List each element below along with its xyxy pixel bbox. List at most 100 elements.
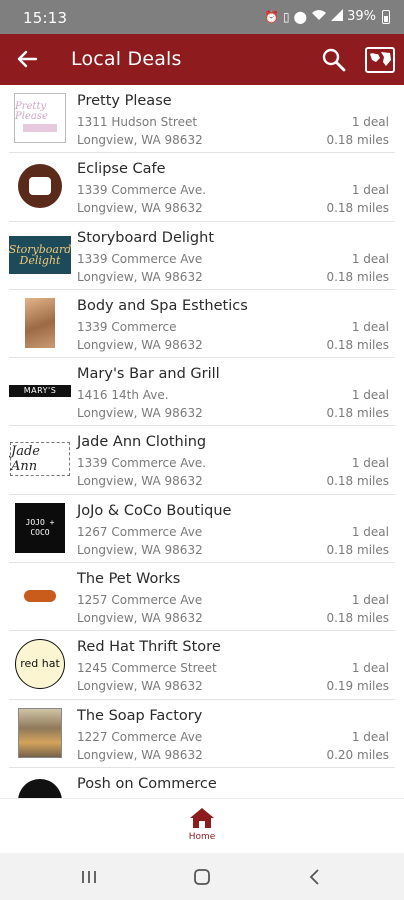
business-list[interactable]: Pretty Please Pretty Please 1311 Hudson … bbox=[0, 85, 404, 798]
alarm-icon: ⏰ bbox=[264, 9, 280, 24]
recent-apps-icon[interactable] bbox=[74, 865, 104, 889]
map-icon[interactable] bbox=[364, 46, 396, 74]
system-back-icon[interactable] bbox=[300, 865, 330, 889]
location-icon: ⬤ bbox=[293, 9, 308, 24]
home-icon bbox=[190, 808, 214, 828]
business-city: Longview, WA 98632 bbox=[77, 133, 203, 147]
battery-percent: 39% bbox=[347, 9, 376, 24]
business-name: The Pet Works bbox=[77, 571, 181, 588]
app-bar: Local Deals bbox=[0, 34, 404, 85]
business-city: Longview, WA 98632 bbox=[77, 679, 203, 694]
business-address: 1227 Commerce Ave bbox=[77, 729, 203, 744]
business-address: 1416 14th Ave. bbox=[77, 388, 169, 403]
bottom-nav: Home bbox=[0, 798, 404, 853]
business-city: Longview, WA 98632 bbox=[77, 406, 203, 421]
list-item-pet-works[interactable]: The Pet Works 1257 Commerce Ave Longview… bbox=[0, 563, 404, 632]
list-item-red-hat[interactable]: red hat Red Hat Thrift Store 1245 Commer… bbox=[0, 631, 404, 700]
business-logo: Jade Ann bbox=[9, 434, 71, 484]
business-address: 1311 Hudson Street bbox=[77, 115, 198, 129]
deal-count: 1 deal bbox=[351, 183, 389, 198]
business-logo bbox=[9, 161, 71, 211]
business-name: Body and Spa Esthetics bbox=[77, 297, 248, 314]
business-address: 1339 Commerce Ave. bbox=[77, 183, 207, 198]
home-system-icon[interactable] bbox=[187, 865, 217, 889]
back-arrow-icon[interactable] bbox=[14, 46, 40, 72]
business-name: Jade Ann Clothing bbox=[77, 434, 207, 451]
logo-text: JOJO + COCO bbox=[15, 502, 65, 553]
deal-count: 1 deal bbox=[351, 115, 389, 129]
list-item-pretty-please[interactable]: Pretty Please Pretty Please 1311 Hudson … bbox=[0, 85, 404, 154]
business-logo: Pretty Please bbox=[9, 93, 71, 143]
status-icons: ⏰ ▯ ⬤ 39% bbox=[264, 9, 390, 24]
deal-count: 1 deal bbox=[351, 593, 389, 608]
business-name: The Soap Factory bbox=[77, 707, 203, 724]
business-city: Longview, WA 98632 bbox=[77, 269, 203, 284]
business-distance: 0.18 miles bbox=[326, 269, 389, 284]
business-city: Longview, WA 98632 bbox=[77, 337, 203, 352]
logo-text: Storyboard Delight bbox=[9, 235, 71, 274]
search-icon[interactable] bbox=[320, 46, 348, 74]
business-name: Eclipse Cafe bbox=[77, 161, 166, 178]
signal-icon bbox=[331, 9, 344, 24]
deal-count: 1 deal bbox=[351, 661, 389, 676]
business-distance: 0.18 miles bbox=[326, 201, 389, 216]
business-logo: Storyboard Delight bbox=[9, 230, 71, 280]
list-item-storyboard-delight[interactable]: Storyboard Delight Storyboard Delight 13… bbox=[0, 222, 404, 291]
list-item-posh[interactable]: Posh on Commerce bbox=[0, 768, 404, 798]
business-name: JoJo & CoCo Boutique bbox=[77, 502, 232, 519]
tab-home[interactable]: Home bbox=[182, 807, 222, 849]
business-logo bbox=[9, 297, 71, 348]
business-logo: red hat bbox=[9, 639, 71, 690]
deal-count: 1 deal bbox=[351, 319, 389, 334]
list-item-jade-ann[interactable]: Jade Ann Jade Ann Clothing 1339 Commerce… bbox=[0, 426, 404, 496]
status-bar: 15:13 ⏰ ▯ ⬤ 39% bbox=[0, 0, 404, 34]
business-logo: MARY'S bbox=[9, 366, 71, 416]
logo-text: Pretty Please bbox=[15, 101, 48, 122]
business-city: Longview, WA 98632 bbox=[77, 542, 203, 557]
tab-home-label: Home bbox=[188, 832, 216, 842]
business-distance: 0.20 miles bbox=[326, 747, 389, 762]
deal-count: 1 deal bbox=[351, 456, 389, 471]
list-item-body-and-spa[interactable]: Body and Spa Esthetics 1339 Commerce Lon… bbox=[0, 290, 404, 359]
business-city: Longview, WA 98632 bbox=[77, 611, 203, 626]
business-logo: JOJO + COCO bbox=[9, 502, 71, 553]
business-name: Posh on Commerce bbox=[77, 775, 217, 792]
wifi-icon bbox=[311, 9, 327, 24]
logo-text: Jade Ann bbox=[10, 442, 70, 477]
list-item-jojo-coco[interactable]: JOJO + COCO JoJo & CoCo Boutique 1267 Co… bbox=[0, 495, 404, 564]
business-distance: 0.18 miles bbox=[326, 406, 389, 421]
business-address: 1339 Commerce Ave bbox=[77, 251, 203, 266]
business-city: Longview, WA 98632 bbox=[77, 201, 203, 216]
business-address: 1339 Commerce Ave. bbox=[77, 456, 207, 471]
business-name: Red Hat Thrift Store bbox=[77, 639, 221, 656]
list-item-soap-factory[interactable]: The Soap Factory 1227 Commerce Ave Longv… bbox=[0, 700, 404, 769]
business-distance: 0.18 miles bbox=[326, 611, 389, 626]
business-address: 1257 Commerce Ave bbox=[77, 593, 203, 608]
business-distance: 0.19 miles bbox=[326, 679, 389, 694]
business-address: 1245 Commerce Street bbox=[77, 661, 217, 676]
page-title: Local Deals bbox=[71, 48, 182, 70]
vibrate-icon: ▯ bbox=[283, 9, 290, 24]
business-logo bbox=[9, 776, 71, 798]
list-item-eclipse-cafe[interactable]: Eclipse Cafe 1339 Commerce Ave. Longview… bbox=[0, 153, 404, 222]
list-item-marys-bar[interactable]: MARY'S Mary's Bar and Grill 1416 14th Av… bbox=[0, 358, 404, 427]
business-distance: 0.18 miles bbox=[326, 542, 389, 557]
business-distance: 0.18 miles bbox=[326, 337, 389, 352]
deal-count: 1 deal bbox=[351, 251, 389, 266]
business-address: 1267 Commerce Ave bbox=[77, 524, 203, 539]
business-city: Longview, WA 98632 bbox=[77, 747, 203, 762]
battery-icon bbox=[382, 9, 390, 24]
business-name: Pretty Please bbox=[77, 93, 172, 109]
logo-text: red hat bbox=[20, 657, 60, 671]
logo-text: MARY'S bbox=[9, 385, 71, 398]
business-distance: 0.18 miles bbox=[326, 474, 389, 489]
business-logo bbox=[9, 707, 71, 758]
system-nav-bar bbox=[0, 853, 404, 900]
deal-count: 1 deal bbox=[351, 524, 389, 539]
deal-count: 1 deal bbox=[351, 388, 389, 403]
business-distance: 0.18 miles bbox=[326, 133, 389, 147]
deal-count: 1 deal bbox=[351, 729, 389, 744]
business-name: Storyboard Delight bbox=[77, 229, 215, 246]
business-name: Mary's Bar and Grill bbox=[77, 366, 220, 383]
business-city: Longview, WA 98632 bbox=[77, 474, 203, 489]
